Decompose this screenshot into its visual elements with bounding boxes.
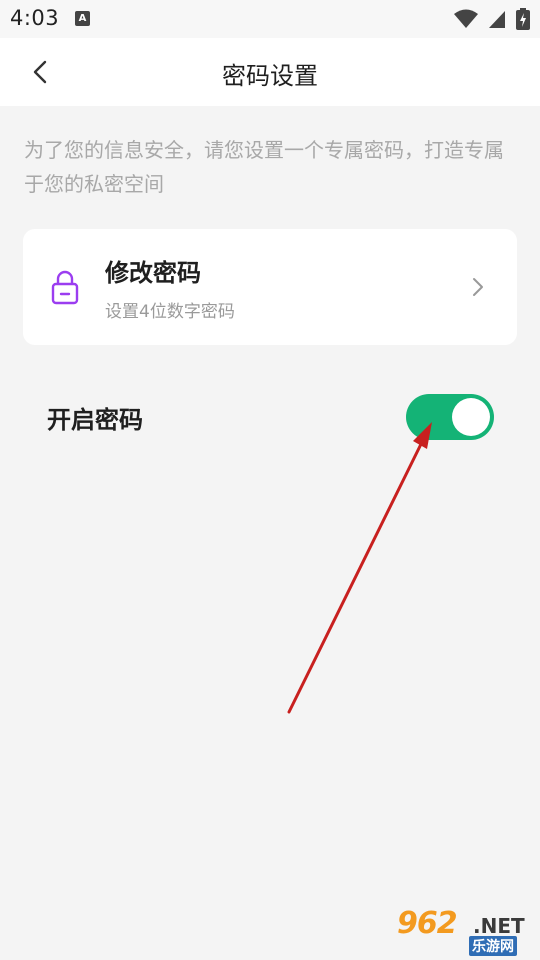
lock-icon [51,270,79,305]
change-password-card[interactable]: 修改密码 设置4位数字密码 [23,229,517,345]
password-toggle-switch[interactable] [406,394,494,440]
battery-charging-icon [516,8,530,30]
chevron-right-icon [473,278,483,296]
nav-bar: 密码设置 [0,38,540,106]
page-title: 密码设置 [222,62,318,90]
watermark-site: 乐游网 [469,936,517,956]
change-password-title: 修改密码 [105,259,201,287]
wifi-icon [453,9,478,28]
security-tip: 为了您的信息安全，请您设置一个专属密码，打造专属于您的私密空间 [24,138,504,196]
password-toggle-label: 开启密码 [47,406,143,434]
watermark-number: 962 [397,906,458,941]
watermark-logo: 962 .NET 乐游网 [397,906,532,956]
status-time: 4:03 [10,6,60,30]
status-icons [450,8,530,30]
status-bar: 4:03 A [0,0,540,38]
change-password-subtitle: 设置4位数字密码 [105,302,235,322]
toggle-knob [452,398,490,436]
notification-icon: A [75,11,90,26]
signal-icon [488,11,505,28]
watermark-domain: .NET [473,914,525,938]
